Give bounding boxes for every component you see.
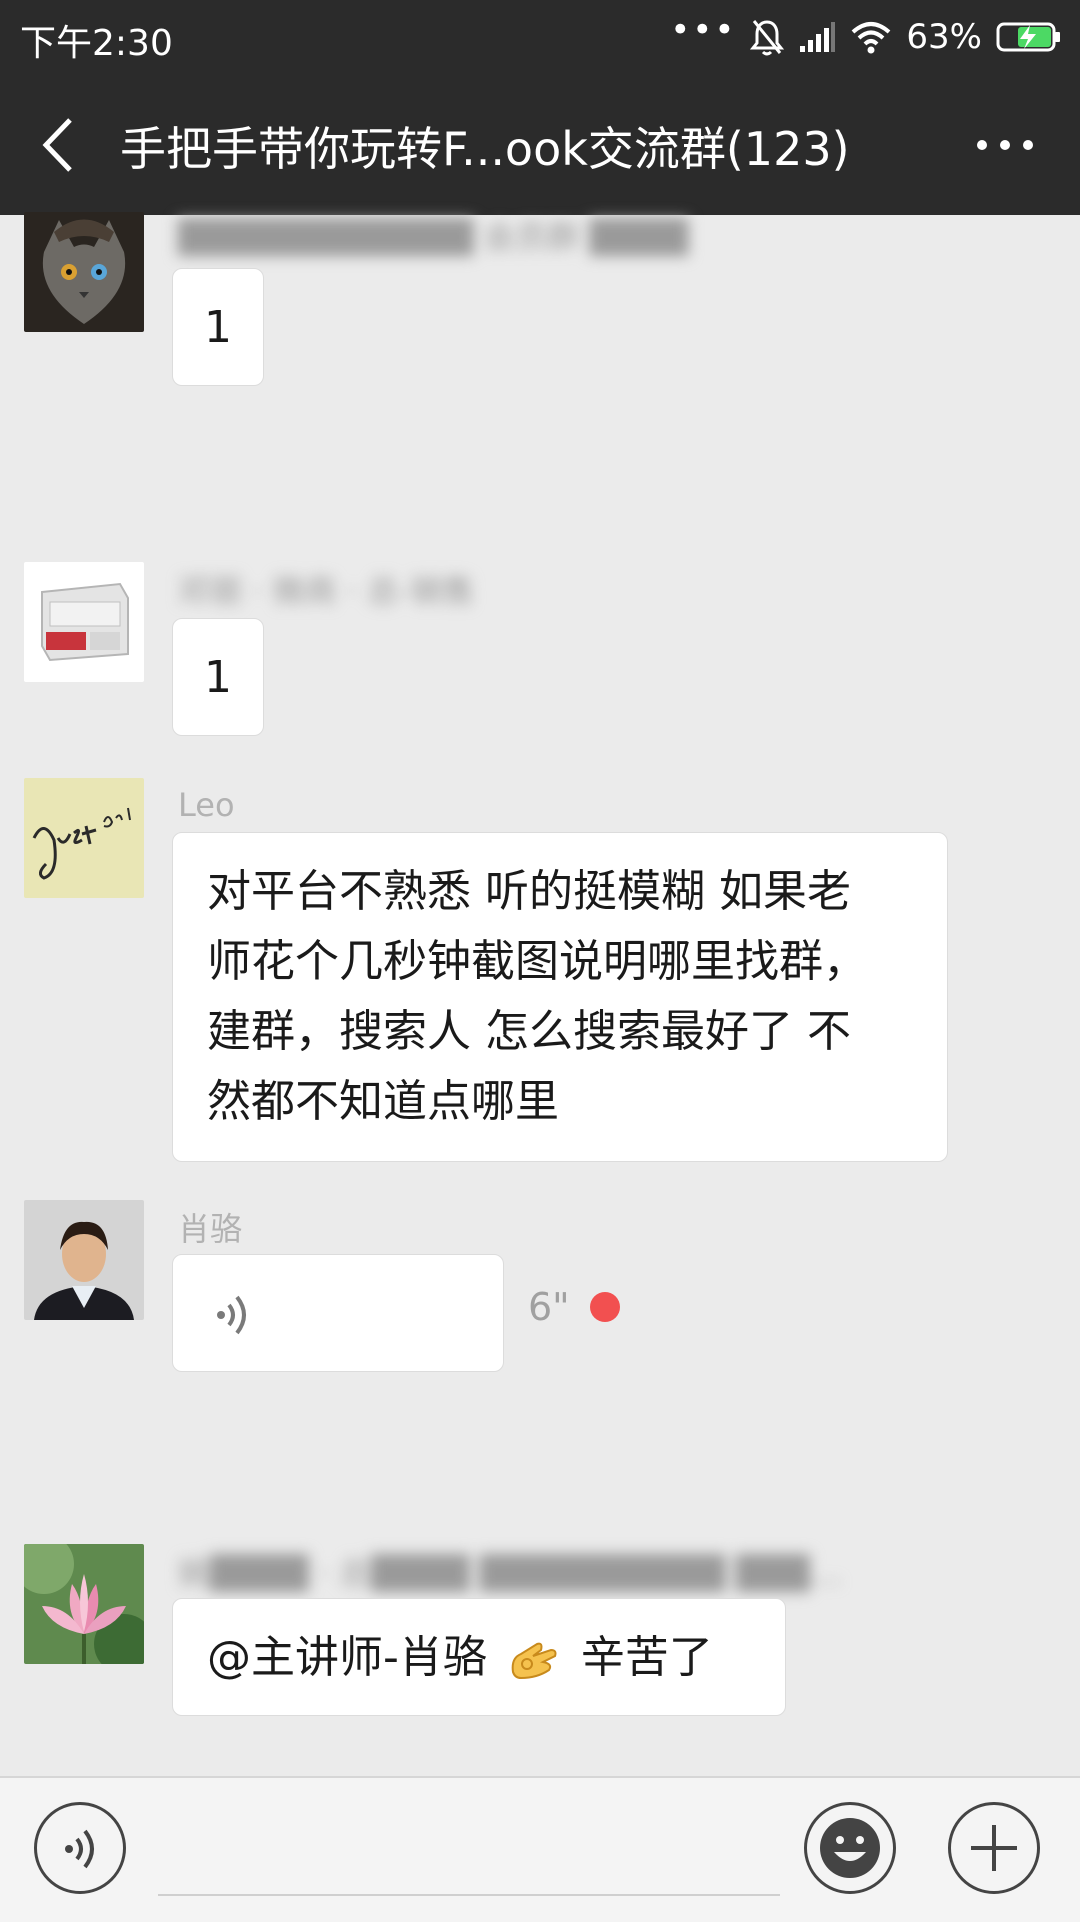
avatar[interactable] <box>24 778 144 898</box>
plus-icon <box>971 1825 1017 1871</box>
lotus-avatar-image <box>24 1544 144 1664</box>
more-notifications-icon: ••• <box>670 10 737 50</box>
sender-name: 肖骆 <box>178 1210 243 1248</box>
status-icons: ••• 63% <box>670 10 1062 62</box>
avatar[interactable] <box>24 1544 144 1664</box>
status-bar: 下午2:30 ••• 63% <box>0 0 1080 75</box>
message-line: 然都不知道点哪里 <box>207 1076 559 1127</box>
message-bubble[interactable]: @主讲师-肖骆 辛苦了 <box>172 1598 786 1716</box>
sender-name: ████████████ 会员群 ████ <box>178 218 689 256</box>
smiley-icon <box>820 1818 880 1878</box>
message-text: @主讲师-肖骆 <box>207 1632 501 1683</box>
message-line: 对平台不熟悉 听的挺模糊 如果老 <box>207 866 851 917</box>
voice-duration: 6" <box>528 1285 570 1329</box>
wifi-icon <box>852 22 891 54</box>
avatar[interactable] <box>24 1200 144 1320</box>
message-text: 辛苦了 <box>580 1632 713 1683</box>
signal-icon <box>800 22 836 52</box>
more-functions-button[interactable] <box>948 1802 1040 1894</box>
avatar[interactable] <box>24 212 144 332</box>
voice-input-button[interactable] <box>34 1802 126 1894</box>
status-time: 下午2:30 <box>20 23 173 64</box>
sender-name: 姚████ · 总████ ██████████ ███… <box>178 1554 842 1592</box>
just-do-it-avatar-image <box>24 778 144 898</box>
ok-hand-emoji-icon <box>511 1642 557 1680</box>
voice-wave-icon <box>217 1295 246 1335</box>
back-arrow-icon[interactable] <box>30 110 90 180</box>
message-input[interactable] <box>158 1894 780 1896</box>
message-line: 师花个几秒钟截图说明哪里找群， <box>207 936 867 987</box>
chat-title: 手把手带你玩转F...ook交流群(123) <box>120 122 850 176</box>
avatar[interactable] <box>24 562 144 682</box>
mute-bell-icon <box>750 20 785 56</box>
sender-name: Leo <box>178 786 235 824</box>
voice-icon <box>65 1829 94 1869</box>
message-line: 建群，搜索人 怎么搜索最好了 不 <box>207 1006 851 1057</box>
chat-input-bar <box>0 1776 1080 1922</box>
message-bubble[interactable]: 对平台不熟悉 听的挺模糊 如果老 师花个几秒钟截图说明哪里找群， 建群，搜索人 … <box>172 832 948 1162</box>
machine-avatar-image <box>24 562 144 682</box>
unread-dot <box>590 1292 620 1322</box>
person-avatar-image <box>24 1200 144 1320</box>
message-bubble[interactable]: 1 <box>172 618 264 736</box>
chat-header: 手把手带你玩转F...ook交流群(123) <box>0 75 1080 215</box>
battery-percent: 63% <box>906 17 982 57</box>
sender-name: 邓丽 · 微商 · 总-销售 <box>178 572 475 610</box>
message-bubble[interactable]: 1 <box>172 268 264 386</box>
more-options-icon[interactable] <box>970 115 1040 175</box>
battery-charging-icon <box>996 22 1060 52</box>
emoji-button[interactable] <box>804 1802 896 1894</box>
cat-avatar-image <box>24 212 144 332</box>
voice-message-bubble[interactable] <box>172 1254 504 1372</box>
